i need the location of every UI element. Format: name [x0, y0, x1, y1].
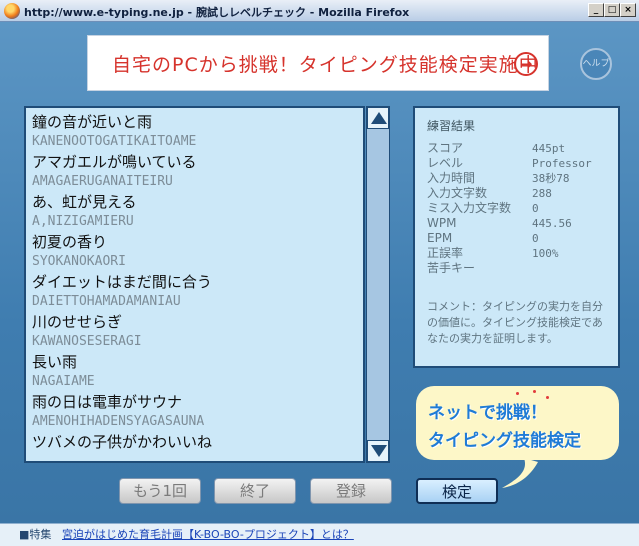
word-romaji: AMENOHIHADENSYAGASAUNA — [32, 414, 205, 429]
result-label: レベル — [427, 156, 464, 170]
result-label: WPM — [427, 216, 457, 230]
result-value: 445.56 — [532, 217, 572, 230]
word-japanese: 川のせせらぎ — [32, 313, 123, 331]
end-button[interactable]: 終了 — [214, 478, 296, 504]
word-list: 鐘の音が近いと雨 KANENOOTOGATIKAITOAME アマガエルが鳴いている… — [32, 112, 338, 452]
firefox-icon — [4, 3, 20, 19]
window-title: http://www.e-typing.ne.jp - 腕試しレベルチェック -… — [24, 6, 410, 19]
result-label: 入力文字数 — [427, 186, 488, 200]
word-japanese: 鐘の音が近いと雨 — [32, 113, 153, 131]
result-label: EPM — [427, 231, 453, 245]
result-row: 正誤率 100% — [427, 246, 617, 261]
word-japanese: 雨の日は電車がサウナ — [32, 393, 183, 411]
minimize-button[interactable]: _ — [588, 3, 604, 17]
word-romaji: A,NIZIGAMIERU — [32, 214, 134, 229]
word-japanese: ダイエットはまだ間に合う — [32, 273, 212, 291]
app-area: 自宅のPCから挑戦！タイピング技能検定実施中 → ヘルプ 鐘の音が近いと雨 KAN… — [0, 22, 639, 523]
title-bar: http://www.e-typing.ne.jp - 腕試しレベルチェック -… — [0, 0, 639, 22]
arrow-up-icon — [371, 112, 387, 124]
promo-banner[interactable]: 自宅のPCから挑戦！タイピング技能検定実施中 → — [87, 35, 549, 91]
sparkle-dot — [546, 396, 549, 399]
result-value: 445pt — [532, 142, 566, 155]
word-japanese: あ、虹が見える — [32, 193, 137, 211]
result-value: 100% — [532, 247, 559, 260]
result-row: 入力文字数 288 — [427, 186, 617, 201]
exam-button[interactable]: 検定 — [416, 478, 498, 504]
result-label: 苦手キー — [427, 261, 476, 275]
result-row: スコア 445pt — [427, 141, 617, 156]
maximize-button[interactable]: □ — [604, 3, 620, 17]
feature-label: ■特集 — [19, 528, 52, 541]
result-comment: コメント：タイピングの実力を自分の価値に。タイピング技能検定であなたの実力を証明… — [427, 300, 603, 345]
result-label: 入力時間 — [427, 171, 476, 185]
word-romaji: AMAGAERUGANAITEIRU — [32, 174, 173, 189]
result-rows: スコア 445pt レベル Professor 入力時間 38秒78 入力文字数 288 ミス入… — [427, 141, 617, 276]
word-list-panel: 鐘の音が近いと雨 KANENOOTOGATIKAITOAME アマガエルが鳴いている… — [24, 106, 365, 463]
footer-bar: ■特集 宮迫がはじめた育毛計画【K-BO-BO-プロジェクト】とは？ — [0, 523, 639, 546]
word-romaji: NAGAIAME — [32, 374, 95, 389]
result-label: 正誤率 — [427, 246, 464, 260]
word-romaji: KAWANOSESERAGI — [32, 334, 142, 349]
callout-pointer — [502, 458, 538, 488]
word-list-scrollbar[interactable] — [366, 106, 390, 463]
register-button[interactable]: 登録 — [310, 478, 392, 504]
arrow-right-icon[interactable]: → — [514, 52, 538, 76]
word-japanese: 初夏の香り — [32, 233, 108, 251]
result-value: 0 — [532, 232, 539, 245]
close-button[interactable]: × — [620, 3, 636, 17]
callout-line-1: ネットで挑戦！ — [428, 403, 547, 423]
word-romaji: SYOKANOKAORI — [32, 254, 126, 269]
feature-link[interactable]: 宮迫がはじめた育毛計画【K-BO-BO-プロジェクト】とは？ — [62, 524, 354, 546]
callout-line-2: タイピング技能検定 — [428, 431, 581, 451]
help-button[interactable]: ヘルプ — [580, 48, 612, 80]
retry-button[interactable]: もう1回 — [119, 478, 201, 504]
result-panel: 練習結果 スコア 445pt レベル Professor 入力時間 38秒78 入力文字数 2… — [413, 106, 620, 368]
result-row: 苦手キー — [427, 261, 617, 276]
result-value: 0 — [532, 202, 539, 215]
result-label: スコア — [427, 141, 464, 155]
word-japanese: アマガエルが鳴いている — [32, 153, 197, 171]
sparkle-dot — [533, 390, 536, 393]
result-value: 288 — [532, 187, 552, 200]
word-japanese: ツバメの子供がかわいいね — [32, 433, 213, 451]
result-title: 練習結果 — [427, 119, 476, 133]
word-romaji: KANENOOTOGATIKAITOAME — [32, 134, 197, 149]
result-value: Professor — [532, 157, 592, 170]
result-value: 38秒78 — [532, 172, 570, 185]
result-row: WPM 445.56 — [427, 216, 617, 231]
word-japanese: 長い雨 — [32, 353, 78, 371]
exam-callout[interactable]: ネットで挑戦！ タイピング技能検定 — [416, 386, 619, 460]
result-row: 入力時間 38秒78 — [427, 171, 617, 186]
result-row: EPM 0 — [427, 231, 617, 246]
result-row: レベル Professor — [427, 156, 617, 171]
banner-text: 自宅のPCから挑戦！タイピング技能検定実施中 — [112, 54, 539, 76]
scroll-up-button[interactable] — [367, 107, 389, 129]
result-label: ミス入力文字数 — [427, 201, 512, 215]
arrow-down-icon — [371, 445, 387, 457]
result-row: ミス入力文字数 0 — [427, 201, 617, 216]
scroll-down-button[interactable] — [367, 440, 389, 462]
sparkle-dot — [516, 392, 519, 395]
word-romaji: DAIETTOHAMADAMANIAU — [32, 294, 181, 309]
